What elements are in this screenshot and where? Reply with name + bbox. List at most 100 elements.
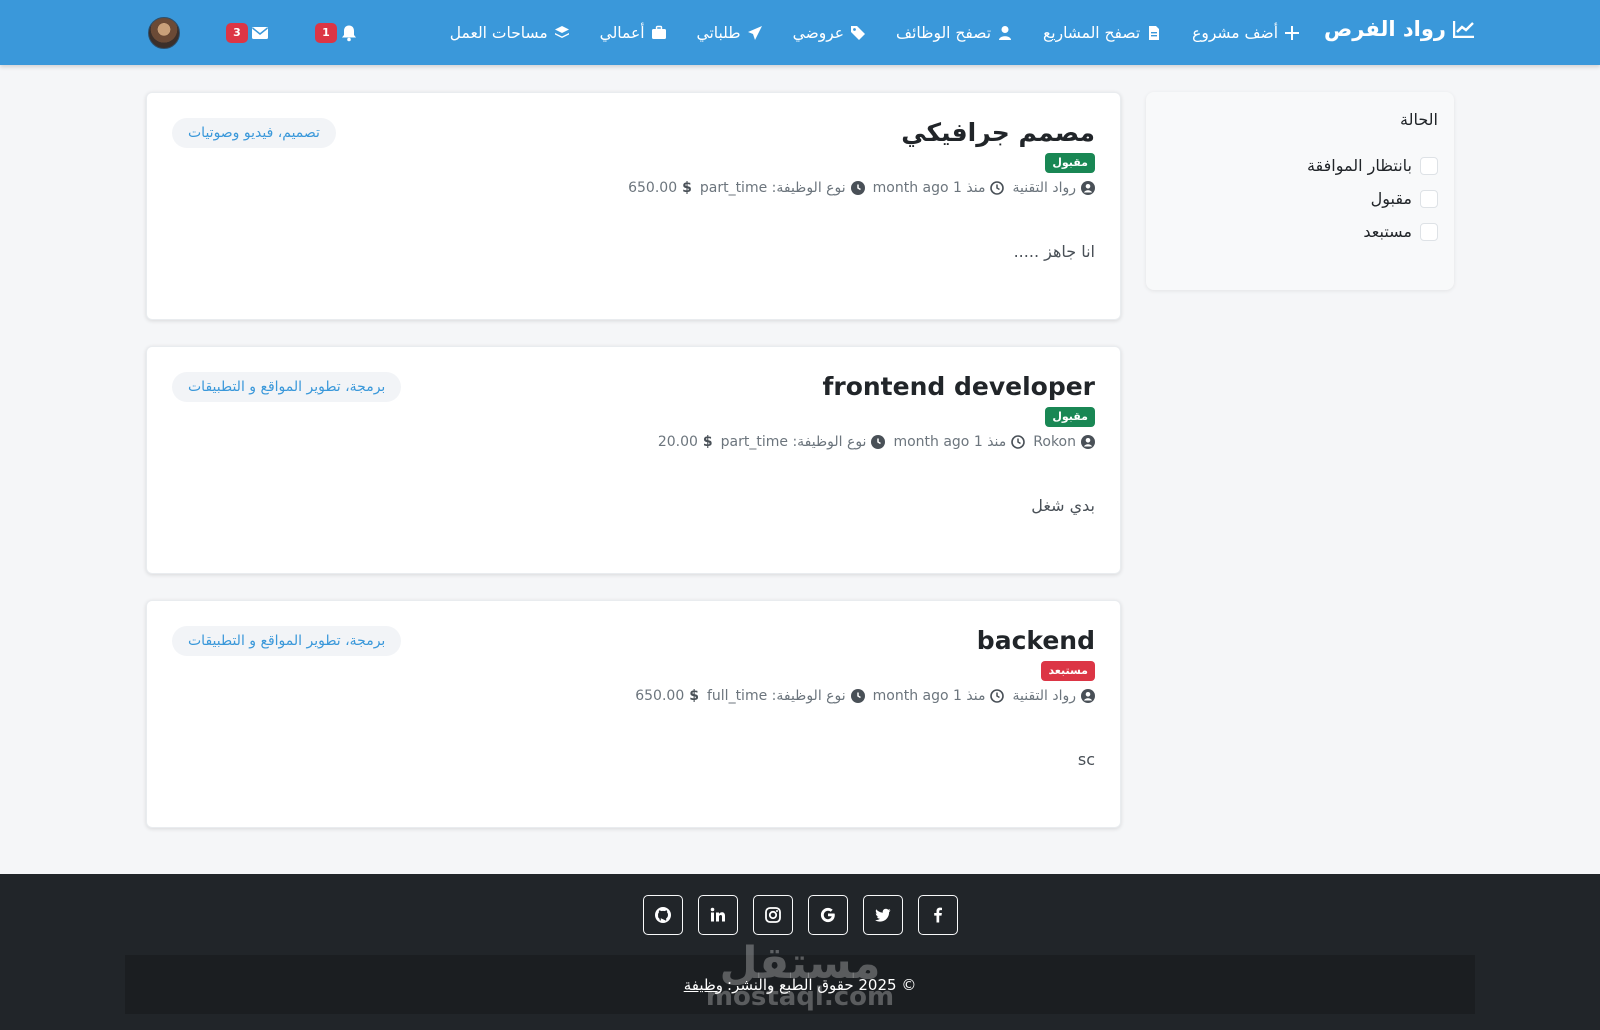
copyright-bar: © 2025 حقوق الطبع والنشر: وظيفة	[125, 955, 1475, 1014]
nav-user-area: 3 1	[148, 0, 358, 65]
top-navbar: رواد الفرص أضف مشروع تصفح المشاريع تصفح …	[0, 0, 1600, 65]
application-card[interactable]: backend مستبعد رواد التقنية منذ 1 month …	[146, 600, 1121, 828]
application-description: sc	[1077, 750, 1095, 769]
brand-logo[interactable]: رواد الفرص	[1324, 17, 1475, 41]
clock-icon	[1011, 435, 1026, 449]
tags-icon	[851, 25, 866, 40]
brand-title: رواد الفرص	[1324, 17, 1446, 41]
nav-my-works-label: أعمالي	[599, 23, 645, 42]
currency-icon: $	[682, 180, 692, 196]
nav-my-works[interactable]: أعمالي	[600, 24, 667, 42]
nav-add-project-label: أضف مشروع	[1192, 23, 1278, 42]
clock-icon	[850, 689, 865, 703]
nav-browse-jobs-label: تصفح الوظائف	[896, 23, 992, 42]
user-circle-icon	[1081, 435, 1095, 449]
application-meta: رواد التقنية منذ 1 month ago نوع الوظيفة…	[172, 180, 1095, 196]
time-ago: منذ 1 month ago	[872, 688, 986, 704]
linkedin-icon	[710, 907, 725, 922]
linkedin-button[interactable]	[697, 895, 738, 935]
user-tie-icon	[999, 25, 1012, 40]
status-badge: مستبعد	[1041, 661, 1095, 681]
nav-workspaces-label: مساحات العمل	[449, 23, 548, 42]
category-pill[interactable]: برمجة، تطوير المواقع و التطبيقات	[172, 626, 402, 656]
clock-icon	[990, 689, 1005, 703]
instagram-button[interactable]	[752, 895, 793, 935]
filter-accepted-checkbox[interactable]	[1420, 189, 1438, 208]
nav-my-offers-label: عروضي	[792, 23, 845, 42]
github-icon	[654, 907, 671, 923]
user-avatar[interactable]	[148, 16, 180, 49]
company-name: Rokon	[1033, 434, 1076, 450]
twitter-button[interactable]	[862, 895, 903, 935]
facebook-icon	[933, 907, 942, 923]
facebook-button[interactable]	[917, 895, 958, 935]
application-meta: Rokon منذ 1 month ago نوع الوظيفة: part_…	[172, 434, 1095, 450]
status-filter-card: الحالة بانتظار الموافقة مقبول مستبعد	[1146, 92, 1454, 290]
envelope-icon	[252, 26, 268, 39]
copyright-link[interactable]: وظيفة	[684, 976, 723, 994]
filter-rejected-label: مستبعد	[1363, 222, 1412, 241]
file-icon	[1149, 25, 1160, 40]
paper-plane-icon	[747, 25, 762, 40]
notifications-count-badge: 1	[315, 22, 337, 43]
filter-title: الحالة	[1400, 110, 1438, 129]
filter-pending-checkbox[interactable]	[1420, 156, 1438, 175]
currency-icon: $	[689, 688, 699, 704]
user-circle-icon	[1081, 181, 1095, 195]
job-type: نوع الوظيفة: part_time	[699, 180, 846, 196]
bell-icon	[342, 25, 356, 41]
job-type: نوع الوظيفة: full_time	[706, 688, 846, 704]
currency-icon: $	[702, 434, 713, 450]
social-links	[0, 895, 1600, 935]
nav-my-requests-label: طلباتي	[696, 23, 741, 42]
instagram-icon	[764, 907, 781, 923]
price: 20.00	[657, 434, 698, 450]
layers-icon	[554, 25, 569, 38]
time-ago: منذ 1 month ago	[893, 434, 1007, 450]
application-card[interactable]: frontend developer مقبول Rokon منذ 1 mon…	[146, 346, 1121, 574]
filter-accepted-label: مقبول	[1370, 189, 1412, 208]
filter-option-pending[interactable]: بانتظار الموافقة	[1162, 155, 1438, 176]
nav-browse-jobs[interactable]: تصفح الوظائف	[896, 24, 1013, 42]
job-type: نوع الوظيفة: part_time	[720, 434, 867, 450]
clock-icon	[850, 181, 865, 195]
price: 650.00	[635, 688, 685, 704]
time-ago: منذ 1 month ago	[872, 180, 986, 196]
footer: © 2025 حقوق الطبع والنشر: وظيفة مستقل mo…	[0, 874, 1600, 1030]
status-badge: مقبول	[1045, 407, 1095, 427]
google-button[interactable]	[807, 895, 848, 935]
application-description: بدي شغل	[1031, 496, 1095, 515]
filter-option-accepted[interactable]: مقبول	[1162, 188, 1438, 209]
application-description: انا جاهز .....	[1013, 242, 1095, 261]
filter-option-rejected[interactable]: مستبعد	[1162, 221, 1438, 242]
clock-icon	[871, 435, 886, 449]
nav-my-offers[interactable]: عروضي	[793, 24, 866, 42]
clock-icon	[990, 181, 1005, 195]
filter-pending-label: بانتظار الموافقة	[1306, 156, 1412, 175]
copyright-text: © 2025 حقوق الطبع والنشر:	[727, 975, 917, 994]
status-badge: مقبول	[1045, 153, 1095, 173]
nav-browse-projects-label: تصفح المشاريع	[1043, 23, 1141, 42]
github-button[interactable]	[642, 895, 683, 935]
filter-rejected-checkbox[interactable]	[1420, 222, 1438, 241]
nav-my-requests[interactable]: طلباتي	[697, 24, 763, 42]
applications-list: مصمم جرافيكي مقبول رواد التقنية منذ 1 mo…	[146, 92, 1121, 854]
nav-workspaces[interactable]: مساحات العمل	[450, 24, 570, 42]
company-name: رواد التقنية	[1012, 688, 1076, 704]
briefcase-icon	[651, 25, 666, 39]
nav-browse-projects[interactable]: تصفح المشاريع	[1043, 24, 1162, 42]
category-pill[interactable]: برمجة، تطوير المواقع و التطبيقات	[172, 372, 402, 402]
nav-add-project[interactable]: أضف مشروع	[1192, 24, 1300, 42]
google-icon	[820, 907, 835, 923]
category-pill[interactable]: تصميم، فيديو وصوتيات	[172, 118, 336, 148]
user-circle-icon	[1081, 689, 1095, 703]
application-card[interactable]: مصمم جرافيكي مقبول رواد التقنية منذ 1 mo…	[146, 92, 1121, 320]
plus-icon	[1285, 25, 1299, 40]
application-meta: رواد التقنية منذ 1 month ago نوع الوظيفة…	[172, 688, 1095, 704]
chart-line-icon	[1453, 21, 1474, 38]
messages-button[interactable]: 3	[226, 22, 269, 43]
notifications-button[interactable]: 1	[315, 22, 358, 43]
messages-count-badge: 3	[226, 22, 248, 43]
company-name: رواد التقنية	[1012, 180, 1076, 196]
price: 650.00	[628, 180, 678, 196]
